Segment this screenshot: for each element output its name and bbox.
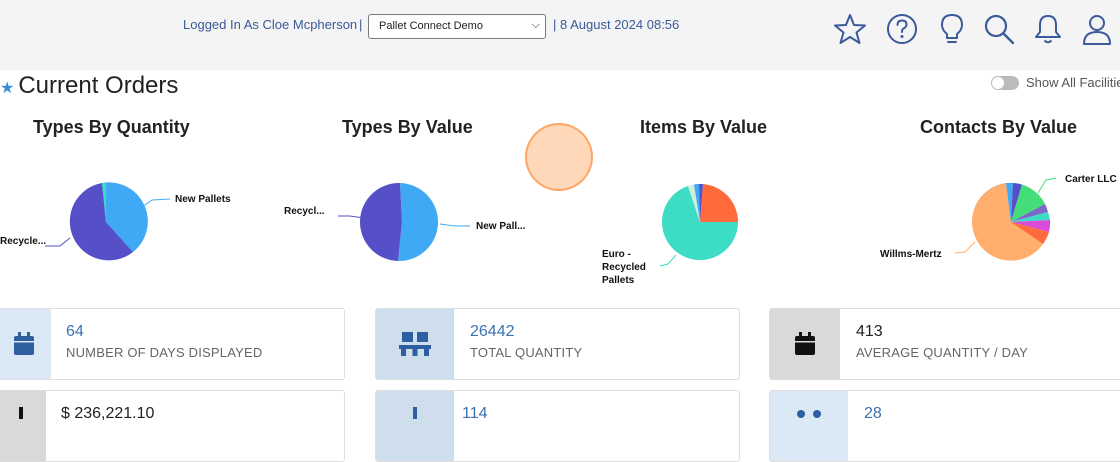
header-datetime: | 8 August 2024 08:56 bbox=[553, 17, 680, 32]
calendar-icon bbox=[0, 309, 51, 379]
card-average-quantity[interactable]: 413 Average Quantity / Day bbox=[769, 308, 1120, 380]
chart-title-types-by-value: Types By Value bbox=[342, 117, 473, 137]
show-all-facilities-label: Show All Facilities bbox=[1026, 75, 1120, 90]
card-label: Average Quantity / Day bbox=[856, 345, 1028, 360]
show-all-facilities-toggle[interactable] bbox=[991, 76, 1019, 90]
calendar-icon bbox=[770, 309, 840, 379]
pie-types-by-value[interactable] bbox=[338, 182, 470, 262]
chart-title-items-by-value: Items By Value bbox=[640, 117, 768, 137]
pie-label-recycled: Recycle... bbox=[0, 236, 47, 247]
pie-items-by-value[interactable] bbox=[659, 183, 739, 267]
pallet-icon bbox=[376, 309, 454, 379]
card-total-value[interactable]: $ 236,221.10 bbox=[0, 390, 345, 462]
company-select-value: Pallet Connect Demo bbox=[379, 20, 483, 32]
card-value: 28 bbox=[864, 405, 882, 422]
logged-in-text: Logged In As Cloe Mcpherson bbox=[183, 17, 358, 32]
pie-label-willms-mertz: Willms-Mertz bbox=[880, 249, 942, 260]
card-contacts-count[interactable]: 28 bbox=[769, 390, 1120, 462]
card-label: Total Quantity bbox=[470, 345, 583, 360]
top-bar: Logged In As Cloe Mcpherson | Pallet Con… bbox=[0, 0, 1120, 70]
chevron-down-icon: ⌵ bbox=[531, 19, 540, 31]
pie-label-carter-llc: Carter LLC bbox=[1065, 174, 1117, 185]
pie-label-recycled-value: Recycl... bbox=[284, 206, 325, 217]
pie-label-new-pallets-value: New Pall... bbox=[476, 221, 526, 232]
cursor-highlight bbox=[525, 123, 593, 191]
company-select[interactable]: Pallet Connect Demo ⌵ bbox=[368, 14, 546, 39]
header-separator: | bbox=[359, 17, 363, 32]
card-label: Number of Days Displayed bbox=[66, 345, 263, 360]
users-icon bbox=[770, 391, 848, 461]
bell-icon[interactable] bbox=[1031, 12, 1065, 46]
pie-label-new-pallets: New Pallets bbox=[175, 194, 231, 205]
search-icon[interactable] bbox=[982, 12, 1016, 46]
card-value: 413 bbox=[856, 323, 883, 340]
chart-title-contacts-by-value: Contacts By Value bbox=[920, 117, 1078, 137]
lightbulb-icon[interactable] bbox=[935, 12, 969, 46]
card-value: 64 bbox=[66, 323, 84, 340]
card-value: 26442 bbox=[470, 323, 515, 340]
dollar-icon bbox=[0, 391, 46, 461]
chart-icon bbox=[376, 391, 454, 461]
card-value: $ 236,221.10 bbox=[61, 405, 155, 422]
pie-types-by-quantity[interactable] bbox=[45, 182, 171, 261]
card-secondary-count[interactable]: 114 bbox=[375, 390, 740, 462]
help-icon[interactable] bbox=[885, 12, 919, 46]
star-icon[interactable] bbox=[833, 12, 867, 46]
favorite-star-icon[interactable]: ★ bbox=[0, 80, 14, 97]
card-value: 114 bbox=[462, 405, 488, 422]
page-title: ★ Current Orders bbox=[0, 72, 179, 99]
card-total-quantity[interactable]: 26442 Total Quantity bbox=[375, 308, 740, 380]
chart-title-types-by-quantity: Types By Quantity bbox=[33, 117, 190, 137]
toggle-knob bbox=[992, 77, 1004, 89]
card-days-displayed[interactable]: 64 Number of Days Displayed bbox=[0, 308, 345, 380]
pie-label-euro-recycled: Euro - Recycled Pallets bbox=[602, 249, 646, 286]
user-icon[interactable] bbox=[1080, 12, 1114, 46]
pie-contacts-by-value[interactable] bbox=[954, 177, 1057, 261]
